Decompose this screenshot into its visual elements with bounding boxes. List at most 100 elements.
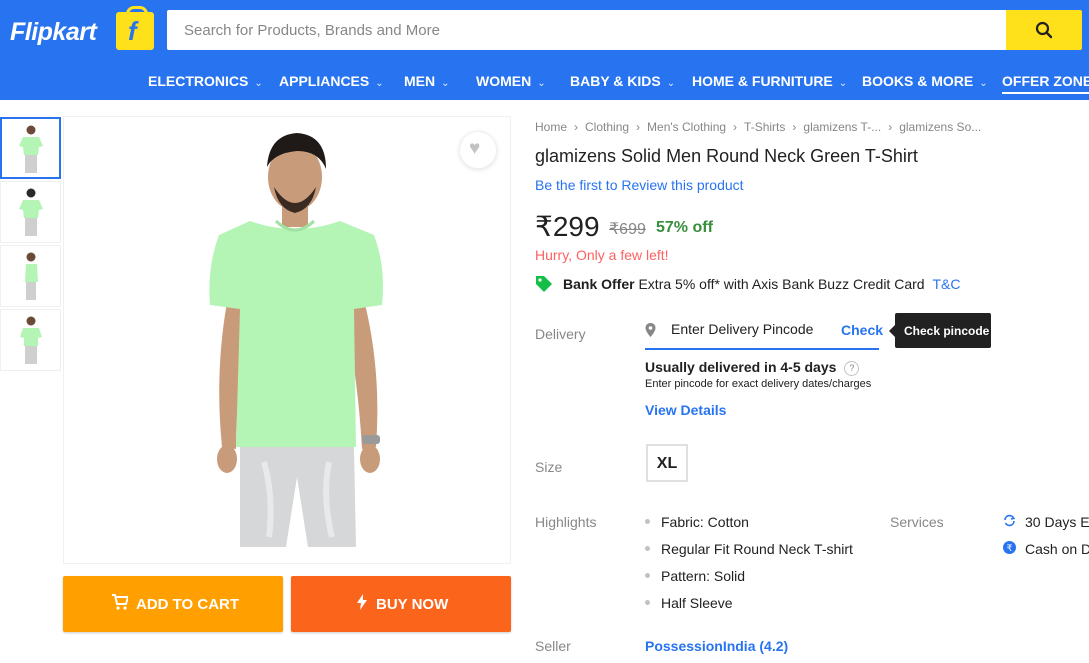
add-to-cart-label: ADD TO CART: [136, 596, 240, 613]
service-text: 30 Days Ex: [1025, 514, 1089, 530]
chevron-right-icon: ›: [888, 120, 893, 134]
seller-link[interactable]: PossessionIndia (4.2): [645, 638, 788, 654]
chevron-down-icon: ⌄: [254, 78, 263, 89]
search-button[interactable]: [1006, 10, 1082, 50]
breadcrumb-item[interactable]: Men's Clothing: [647, 120, 726, 134]
thumbnail-back[interactable]: [0, 181, 61, 243]
breadcrumb-item[interactable]: glamizens So...: [899, 120, 981, 134]
delivery-subtext: Enter pincode for exact delivery dates/c…: [645, 378, 872, 390]
tshirt-model-thumb: [18, 188, 43, 236]
offer-text: Extra 5% off* with Axis Bank Buzz Credit…: [638, 276, 925, 292]
chevron-right-icon: ›: [733, 120, 738, 134]
highlight-item: Fabric: Cotton: [645, 514, 749, 530]
search-input[interactable]: [182, 10, 986, 50]
nav-men[interactable]: MEN ⌄: [404, 73, 450, 89]
nav-label: BABY & KIDS: [570, 73, 661, 89]
bank-offer: Bank Offer Extra 5% off* with Axis Bank …: [563, 276, 960, 292]
chevron-right-icon: ›: [792, 120, 797, 134]
chevron-right-icon: ›: [574, 120, 579, 134]
shopping-bag-f-icon[interactable]: f: [116, 6, 154, 50]
nav-label: WOMEN: [476, 73, 532, 89]
nav-label: HOME & FURNITURE: [692, 73, 833, 89]
breadcrumb-item[interactable]: T-Shirts: [744, 120, 785, 134]
delivery-estimate: Usually delivered in 4-5 days?: [645, 359, 860, 376]
chevron-down-icon: ⌄: [441, 78, 450, 89]
review-link[interactable]: Be the first to Review this product: [535, 177, 744, 193]
nav-label: OFFER ZONE: [1002, 73, 1089, 89]
tooltip-text: Check pincode: [904, 324, 990, 338]
thumbnail-angle[interactable]: [0, 309, 61, 371]
highlight-text: Regular Fit Round Neck T-shirt: [661, 541, 853, 557]
breadcrumb-item[interactable]: Home: [535, 120, 567, 134]
discount-percent: 57% off: [656, 219, 713, 236]
bullet-icon: [645, 573, 650, 578]
nav-baby-kids[interactable]: BABY & KIDS ⌄: [570, 73, 675, 89]
breadcrumb-item[interactable]: Clothing: [585, 120, 629, 134]
highlight-text: Fabric: Cotton: [661, 514, 749, 530]
chevron-right-icon: ›: [636, 120, 641, 134]
nav-label: BOOKS & MORE: [862, 73, 974, 89]
lightning-icon: [357, 594, 367, 610]
product-image[interactable]: [63, 116, 511, 564]
search-box[interactable]: [167, 10, 1006, 50]
delivery-estimate-text: Usually delivered in 4-5 days: [645, 359, 837, 375]
nav-label: APPLIANCES: [279, 73, 370, 89]
view-details-link[interactable]: View Details: [645, 402, 726, 418]
pincode-input[interactable]: [669, 320, 823, 338]
offer-tag: Bank Offer: [563, 276, 635, 292]
thumbnail-side[interactable]: [0, 245, 61, 307]
bullet-icon: [645, 519, 650, 524]
chevron-down-icon: ⌄: [666, 78, 676, 89]
service-item: 30 Days Ex: [1003, 514, 1089, 530]
product-title: glamizens Solid Men Round Neck Green T-S…: [535, 146, 918, 166]
model-tshirt-illustration: [209, 133, 383, 547]
breadcrumb-item[interactable]: glamizens T-...: [803, 120, 881, 134]
chevron-down-icon: ⌄: [838, 78, 848, 89]
service-item: ₹ Cash on De: [1003, 541, 1089, 557]
location-pin-icon: [645, 323, 656, 337]
highlight-item: Pattern: Solid: [645, 568, 745, 584]
tshirt-model-thumb: [24, 252, 38, 300]
nav-label: MEN: [404, 73, 436, 89]
thumbnail-front[interactable]: [0, 117, 61, 179]
service-text: Cash on De: [1025, 541, 1089, 557]
search-icon: [1035, 21, 1053, 39]
add-to-cart-button[interactable]: ADD TO CART: [63, 576, 283, 632]
breadcrumb: Home › Clothing › Men's Clothing › T-Shirts › gl…: [535, 120, 981, 134]
check-pincode-button[interactable]: Check: [841, 322, 883, 338]
cart-icon: [112, 594, 128, 610]
tshirt-model-thumb: [18, 125, 43, 173]
tnc-link[interactable]: T&C: [932, 276, 960, 292]
chevron-down-icon: ⌄: [979, 78, 988, 89]
selling-price: ₹299: [535, 211, 600, 242]
bullet-icon: [645, 546, 650, 551]
highlight-text: Half Sleeve: [661, 595, 733, 611]
help-icon[interactable]: ?: [844, 361, 860, 376]
return-exchange-icon: [1004, 514, 1016, 527]
nav-women[interactable]: WOMEN ⌄: [476, 73, 546, 89]
flipkart-logo[interactable]: Flipkart: [10, 18, 97, 47]
nav-offer-zone[interactable]: OFFER ZONE: [1002, 73, 1089, 94]
chevron-down-icon: ⌄: [537, 78, 546, 89]
stock-warning: Hurry, Only a few left!: [535, 247, 669, 263]
size-option-xl[interactable]: XL: [646, 444, 688, 482]
nav-home-furniture[interactable]: HOME & FURNITURE ⌄: [692, 73, 847, 89]
check-pincode-tooltip: Check pincode: [889, 313, 991, 348]
wishlist-button[interactable]: ♥: [459, 131, 497, 169]
highlight-text: Pattern: Solid: [661, 568, 746, 584]
nav-appliances[interactable]: APPLIANCES ⌄: [279, 73, 384, 89]
heart-icon: ♥: [469, 138, 481, 159]
buy-now-button[interactable]: BUY NOW: [291, 576, 511, 632]
pincode-field[interactable]: Check: [645, 318, 883, 350]
size-label: Size: [535, 459, 563, 475]
delivery-label: Delivery: [535, 326, 586, 342]
highlight-item: Regular Fit Round Neck T-shirt: [645, 541, 853, 557]
nav-books-more[interactable]: BOOKS & MORE ⌄: [862, 73, 988, 89]
nav-label: ELECTRONICS: [148, 73, 249, 89]
original-price: ₹699: [609, 221, 646, 238]
category-nav: ELECTRONICS ⌄ APPLIANCES ⌄ MEN ⌄ WOMEN ⌄ BAB…: [0, 62, 1089, 98]
buy-now-label: BUY NOW: [376, 596, 449, 613]
nav-electronics[interactable]: ELECTRONICS ⌄: [148, 73, 263, 89]
rupee-coin-icon: ₹: [1003, 541, 1016, 554]
svg-text:₹: ₹: [1007, 544, 1013, 554]
